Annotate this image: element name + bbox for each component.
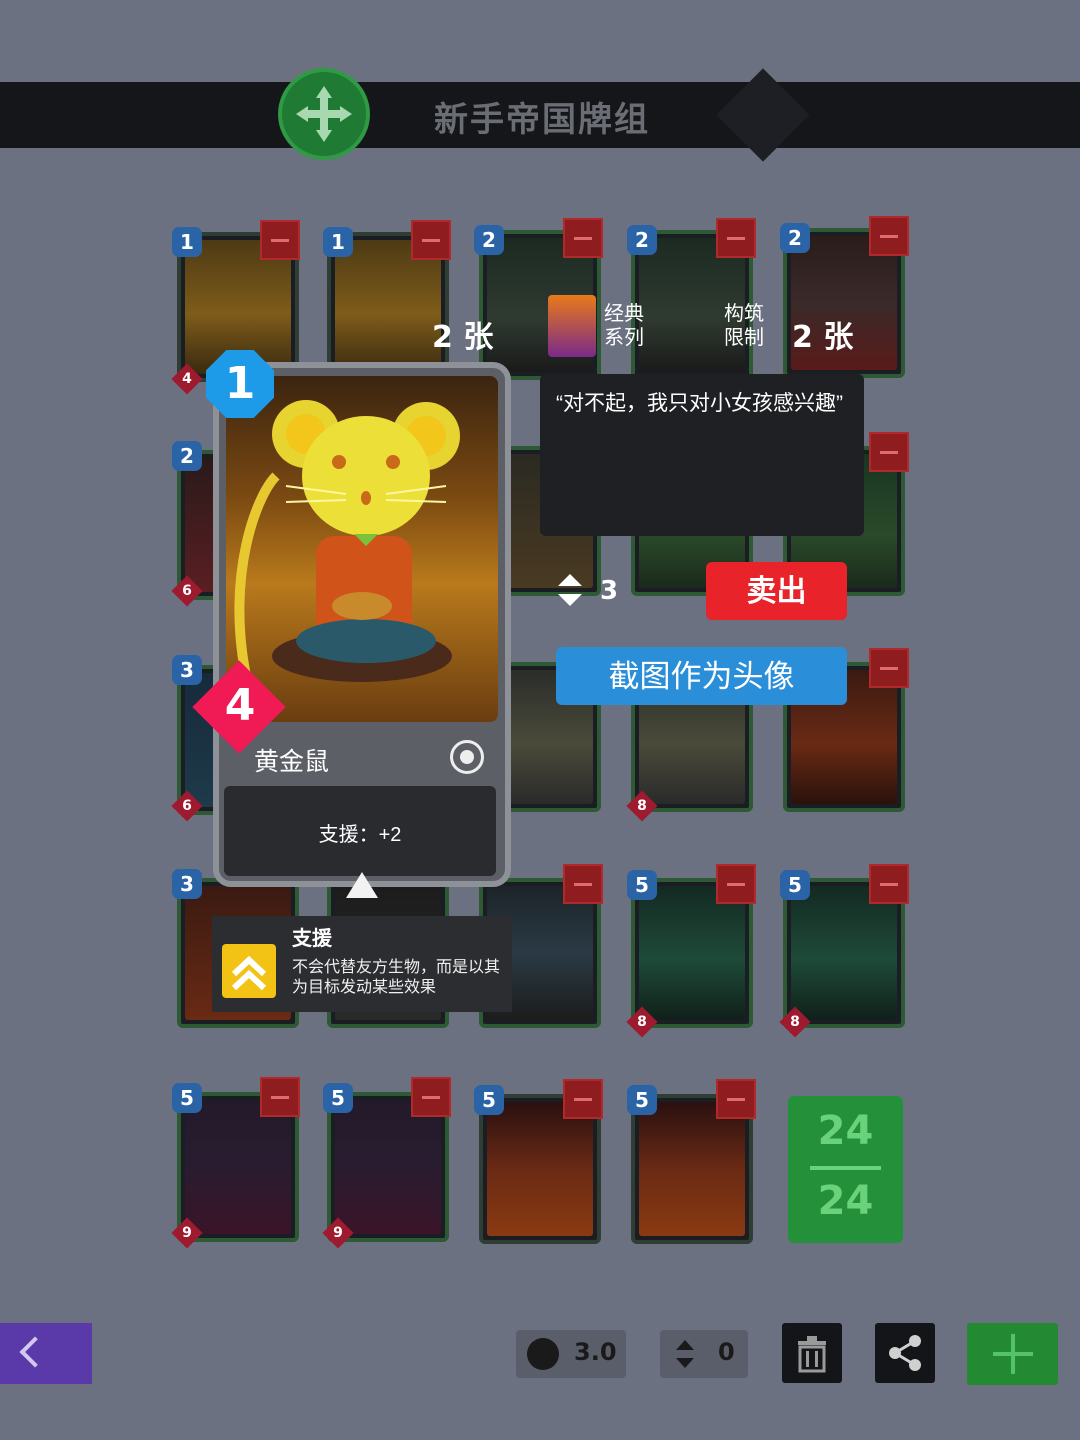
limit-label: 构筑 限制 — [724, 303, 764, 349]
remove-card-button[interactable] — [716, 1079, 756, 1119]
card-art — [335, 1100, 441, 1234]
craft-value: 3 — [600, 576, 619, 606]
card-power-badge: 9 — [322, 1217, 354, 1249]
support-icon — [222, 944, 276, 998]
remove-card-button[interactable] — [869, 864, 909, 904]
card-power-badge: 6 — [171, 575, 203, 607]
card-power-value: 6 — [182, 583, 192, 599]
card-art — [335, 240, 441, 374]
card-power-badge: 9 — [171, 1217, 203, 1249]
card-power-value: 4 — [182, 371, 192, 387]
remove-card-button[interactable] — [869, 432, 909, 472]
back-button[interactable] — [0, 1323, 92, 1384]
add-card-button[interactable] — [967, 1323, 1058, 1385]
series-label: 经典 系列 — [604, 303, 644, 349]
card-power-badge: 8 — [626, 1006, 658, 1038]
set-avatar-button[interactable]: 截图作为头像 — [556, 647, 847, 705]
card-detail-power: 4 — [224, 680, 256, 731]
series-icon — [548, 295, 596, 357]
card-art — [639, 886, 745, 1020]
card-cost-badge: 2 — [627, 225, 657, 255]
trash-icon — [798, 1336, 826, 1373]
craft-icon — [558, 574, 582, 606]
remove-card-button[interactable] — [260, 220, 300, 260]
card-power-value: 9 — [333, 1225, 343, 1241]
card-cost-badge: 2 — [172, 441, 202, 471]
card-cost-badge: 5 — [627, 1085, 657, 1115]
card-detail-name: 黄金鼠 — [254, 748, 330, 776]
remove-card-button[interactable] — [716, 864, 756, 904]
card-cost-badge: 5 — [780, 870, 810, 900]
flavor-text: “对不起，我只对小女孩感兴趣” — [556, 392, 843, 415]
remove-card-button[interactable] — [563, 218, 603, 258]
remove-card-button[interactable] — [411, 1077, 451, 1117]
deck-count-tile: 24 24 — [788, 1096, 903, 1243]
deck-count-divider — [810, 1166, 881, 1170]
card-power-value: 8 — [637, 1014, 647, 1030]
remove-card-button[interactable] — [260, 1077, 300, 1117]
craft-value: 0 — [718, 1338, 735, 1366]
craft-icon — [676, 1340, 694, 1368]
card-power-value: 8 — [637, 798, 647, 814]
golden-mouse-illustration — [234, 400, 460, 682]
sell-button[interactable]: 卖出 — [706, 562, 847, 620]
card-power-badge: 8 — [626, 790, 658, 822]
owned-count-right: 2 张 — [792, 320, 854, 355]
remove-card-button[interactable] — [563, 864, 603, 904]
card-art — [791, 886, 897, 1020]
card-power-badge: 8 — [779, 1006, 811, 1038]
deck-count-max: 24 — [817, 1178, 874, 1224]
share-button[interactable] — [875, 1323, 935, 1383]
delete-button[interactable] — [782, 1323, 842, 1383]
card-cost-badge: 3 — [172, 869, 202, 899]
card-cost-badge: 5 — [627, 870, 657, 900]
keyword-title: 支援 — [292, 928, 332, 950]
card-cost-badge: 1 — [323, 227, 353, 257]
deck-title: 新手帝国牌组 — [434, 101, 650, 139]
card-cost-badge: 5 — [172, 1083, 202, 1113]
card-power-value: 9 — [182, 1225, 192, 1241]
deck-emblem — [278, 68, 370, 160]
card-power-badge: 6 — [171, 790, 203, 822]
remove-card-button[interactable] — [869, 648, 909, 688]
remove-card-button[interactable] — [869, 216, 909, 256]
card-cost-badge: 1 — [172, 227, 202, 257]
card-cost-badge: 3 — [172, 655, 202, 685]
card-power-value: 8 — [790, 1014, 800, 1030]
four-way-arrows-icon — [296, 86, 352, 142]
share-icon — [889, 1335, 921, 1371]
card-detail-art — [226, 376, 498, 722]
keyword-description: 不会代替友方生物，而是以其为目标发动某些效果 — [292, 959, 501, 996]
card-cost-badge: 5 — [323, 1083, 353, 1113]
card-cost-badge: 2 — [474, 225, 504, 255]
faction-icon — [450, 740, 484, 774]
currency-value: 3.0 — [574, 1338, 617, 1366]
card-cost-badge: 2 — [780, 223, 810, 253]
card-power-value: 6 — [182, 798, 192, 814]
card-art — [185, 1100, 291, 1234]
card-art — [639, 1102, 745, 1236]
deck-count-current: 24 — [817, 1108, 874, 1154]
remove-card-button[interactable] — [563, 1079, 603, 1119]
card-art — [487, 1102, 593, 1236]
card-detail-ability: 支援：+2 — [318, 824, 402, 846]
coin-icon — [527, 1338, 559, 1370]
remove-card-button[interactable] — [411, 220, 451, 260]
owned-count-left: 2 张 — [432, 320, 494, 355]
tooltip-pointer — [346, 872, 378, 898]
remove-card-button[interactable] — [716, 218, 756, 258]
card-detail-cost: 1 — [206, 350, 274, 418]
card-cost-badge: 5 — [474, 1085, 504, 1115]
card-power-badge: 4 — [171, 363, 203, 395]
